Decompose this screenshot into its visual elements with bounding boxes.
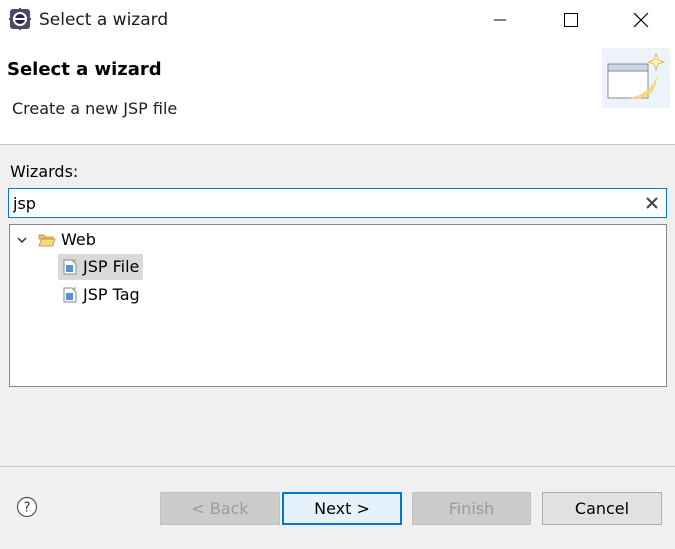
close-icon — [633, 12, 649, 28]
window-title: Select a wizard — [39, 10, 169, 30]
minimize-icon — [494, 19, 506, 21]
wizard-filter-input[interactable] — [13, 192, 613, 214]
next-button[interactable]: Next > — [282, 492, 402, 525]
maximize-icon — [564, 13, 578, 27]
tree-item-web[interactable]: Web — [14, 227, 96, 253]
jsp-file-icon — [63, 287, 77, 303]
maximize-button[interactable] — [536, 0, 606, 40]
eclipse-app-icon — [9, 8, 31, 30]
new-wizard-banner-icon — [602, 48, 670, 108]
finish-button[interactable]: Finish — [412, 492, 531, 525]
wizard-filter-box[interactable] — [8, 188, 667, 218]
tree-item-label: JSP File — [83, 257, 140, 276]
svg-text:?: ? — [24, 501, 31, 516]
page-title: Select a wizard — [7, 59, 162, 80]
wizards-label: Wizards: — [10, 162, 79, 181]
tree-item-jsp-tag[interactable]: JSP Tag — [58, 282, 144, 308]
tree-item-jsp-file[interactable]: JSP File — [58, 254, 144, 280]
help-icon[interactable]: ? — [16, 496, 38, 518]
tree-item-label: Web — [61, 230, 96, 249]
clear-filter-icon[interactable] — [644, 195, 660, 211]
folder-open-icon — [38, 234, 56, 247]
close-button[interactable] — [606, 0, 675, 40]
minimize-button[interactable] — [465, 0, 535, 40]
title-bar: Select a wizard — [0, 0, 675, 40]
wizard-header-banner: Select a wizard Create a new JSP file — [0, 40, 675, 145]
tree-item-label: JSP Tag — [83, 285, 140, 304]
button-bar-separator — [0, 466, 675, 467]
page-description: Create a new JSP file — [12, 99, 178, 118]
jsp-file-icon — [63, 259, 77, 275]
cancel-button[interactable]: Cancel — [542, 492, 662, 525]
chevron-down-icon[interactable] — [14, 232, 30, 248]
back-button[interactable]: < Back — [160, 492, 280, 525]
wizard-tree[interactable]: Web JSP File JSP Tag — [9, 224, 667, 387]
